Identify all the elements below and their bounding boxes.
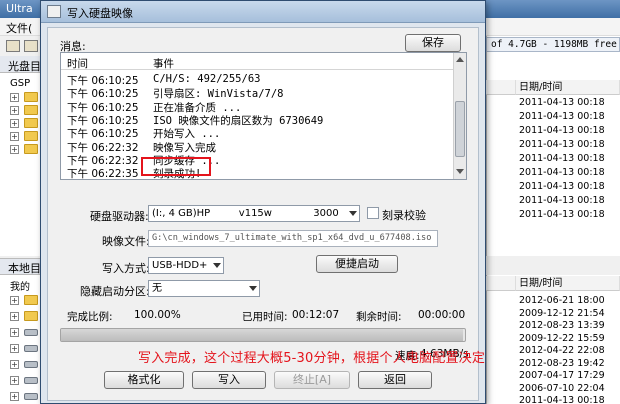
file-date-cell[interactable]: 2011-04-13 00:18 xyxy=(519,195,605,206)
folder-icon xyxy=(24,311,38,321)
expand-icon[interactable]: + xyxy=(10,93,19,102)
log-header: 时间 事件 xyxy=(61,53,455,70)
write-method-value: USB-HDD+ xyxy=(152,260,208,271)
scroll-down-icon[interactable] xyxy=(456,169,464,174)
file-date-cell[interactable]: 2011-04-13 00:18 xyxy=(519,181,605,192)
drive-select-value: (I:, 4 GB)HP v115w 3000 xyxy=(152,208,339,219)
tree-root-label[interactable]: GSP xyxy=(10,78,30,89)
folder-icon xyxy=(24,118,38,128)
folder-icon xyxy=(24,92,38,102)
file-date-cell[interactable]: 2009-12-22 15:59 xyxy=(519,333,605,344)
local-directory-label: 本地目 xyxy=(8,262,41,275)
verify-label: 刻录校验 xyxy=(382,209,426,222)
file-date-cell[interactable]: 2012-08-23 13:39 xyxy=(519,320,605,331)
expand-icon[interactable]: + xyxy=(10,376,19,385)
log-row-event: C/H/S: 492/255/63 xyxy=(153,73,261,85)
chevron-down-icon xyxy=(249,286,257,291)
expand-icon[interactable]: + xyxy=(10,296,19,305)
free-space-indicator: of 4.7GB - 1198MB free xyxy=(486,37,620,52)
file-date-cell[interactable]: 2012-06-21 18:00 xyxy=(519,295,605,306)
app-icon xyxy=(47,5,61,18)
save-button[interactable]: 保存 xyxy=(405,34,461,52)
drive-icon xyxy=(24,345,38,352)
column-header-blank[interactable] xyxy=(486,80,516,95)
hidden-partition-value: 无 xyxy=(152,283,162,294)
log-scrollbar[interactable] xyxy=(453,53,466,179)
format-button[interactable]: 格式化 xyxy=(104,371,184,389)
progress-bar-fill xyxy=(61,329,463,341)
file-date-cell[interactable]: 2011-04-13 00:18 xyxy=(519,167,605,178)
file-date-cell[interactable]: 2011-04-13 00:18 xyxy=(519,125,605,136)
progress-bar xyxy=(60,328,466,342)
expand-icon[interactable]: + xyxy=(10,106,19,115)
progress-value: 100.00% xyxy=(134,309,181,321)
drive-icon xyxy=(24,329,38,336)
remaining-label: 剩余时间: xyxy=(356,311,402,323)
annotation-text: 写入完成，这个过程大概5-30分钟，根据个人电脑配置决定 xyxy=(138,351,486,366)
expand-icon[interactable]: + xyxy=(10,145,19,154)
file-date-cell[interactable]: 2012-04-22 22:08 xyxy=(519,345,605,356)
message-log[interactable]: 时间 事件 下午 06:10:25 C/H/S: 492/255/63 下午 06:… xyxy=(60,52,467,180)
drive-icon xyxy=(24,361,38,368)
column-header-date[interactable]: 日期/时间 xyxy=(516,276,620,291)
log-column-event[interactable]: 事件 xyxy=(153,56,174,71)
file-date-cell[interactable]: 2011-04-13 00:18 xyxy=(519,139,605,150)
file-date-cell[interactable]: 2011-04-13 00:18 xyxy=(519,395,605,404)
back-button[interactable]: 返回 xyxy=(358,371,432,389)
background-window-title: Ultra xyxy=(6,2,33,15)
drive-select[interactable]: (I:, 4 GB)HP v115w 3000 xyxy=(148,205,360,222)
hidden-partition-label: 隐藏启动分区: xyxy=(80,285,150,298)
column-header-date[interactable]: 日期/时间 xyxy=(516,80,620,95)
write-button[interactable]: 写入 xyxy=(192,371,266,389)
folder-icon xyxy=(24,131,38,141)
easy-boot-button[interactable]: 便捷启动 xyxy=(316,255,398,273)
expand-icon[interactable]: + xyxy=(10,312,19,321)
dialog-title: 写入硬盘映像 xyxy=(67,7,133,20)
elapsed-label: 已用时间: xyxy=(242,311,288,323)
expand-icon[interactable]: + xyxy=(10,119,19,128)
scroll-thumb[interactable] xyxy=(455,101,465,157)
expand-icon[interactable]: + xyxy=(10,344,19,353)
remaining-value: 00:00:00 xyxy=(418,309,466,321)
file-date-cell[interactable]: 2011-04-13 00:18 xyxy=(519,111,605,122)
write-method-select[interactable]: USB-HDD+ xyxy=(148,257,224,274)
elapsed-value: 00:12:07 xyxy=(292,309,340,321)
menu-file[interactable]: 文件( xyxy=(6,20,32,36)
verify-checkbox[interactable] xyxy=(367,207,379,219)
scroll-up-icon[interactable] xyxy=(456,57,464,62)
folder-icon xyxy=(24,105,38,115)
file-date-cell[interactable]: 2011-04-13 00:18 xyxy=(519,97,605,108)
stop-button[interactable]: 终止[A] xyxy=(274,371,350,389)
open-icon[interactable] xyxy=(24,40,38,52)
file-date-cell[interactable]: 2006-07-10 22:04 xyxy=(519,383,605,394)
hidden-partition-select[interactable]: 无 xyxy=(148,280,260,297)
log-row-time: 下午 06:22:35 xyxy=(67,168,139,181)
image-file-field[interactable]: G:\cn_windows_7_ultimate_with_sp1_x64_dv… xyxy=(148,230,438,247)
expand-icon[interactable]: + xyxy=(10,132,19,141)
chevron-down-icon xyxy=(349,211,357,216)
file-date-cell[interactable]: 2012-08-23 19:42 xyxy=(519,358,605,369)
folder-icon xyxy=(24,144,38,154)
drive-icon xyxy=(24,393,38,400)
cd-directory-label: 光盘目 xyxy=(8,60,41,73)
drive-label: 硬盘驱动器: xyxy=(90,210,149,223)
success-highlight-box xyxy=(141,157,211,176)
log-column-time[interactable]: 时间 xyxy=(67,56,88,71)
expand-icon[interactable]: + xyxy=(10,328,19,337)
write-method-label: 写入方式: xyxy=(102,262,150,275)
folder-icon xyxy=(24,295,38,305)
drive-icon xyxy=(24,377,38,384)
file-date-cell[interactable]: 2011-04-13 00:18 xyxy=(519,153,605,164)
chevron-down-icon xyxy=(213,263,221,268)
file-date-cell[interactable]: 2011-04-13 00:18 xyxy=(519,209,605,220)
column-header-blank[interactable] xyxy=(486,276,516,291)
file-date-cell[interactable]: 2009-12-12 21:54 xyxy=(519,308,605,319)
image-file-label: 映像文件: xyxy=(102,235,150,248)
progress-label: 完成比例: xyxy=(67,311,113,323)
expand-icon[interactable]: + xyxy=(10,392,19,401)
file-date-cell[interactable]: 2007-04-17 17:29 xyxy=(519,370,605,381)
new-icon[interactable] xyxy=(6,40,20,52)
expand-icon[interactable]: + xyxy=(10,360,19,369)
tree-computer-label[interactable]: 我的 xyxy=(10,278,30,293)
